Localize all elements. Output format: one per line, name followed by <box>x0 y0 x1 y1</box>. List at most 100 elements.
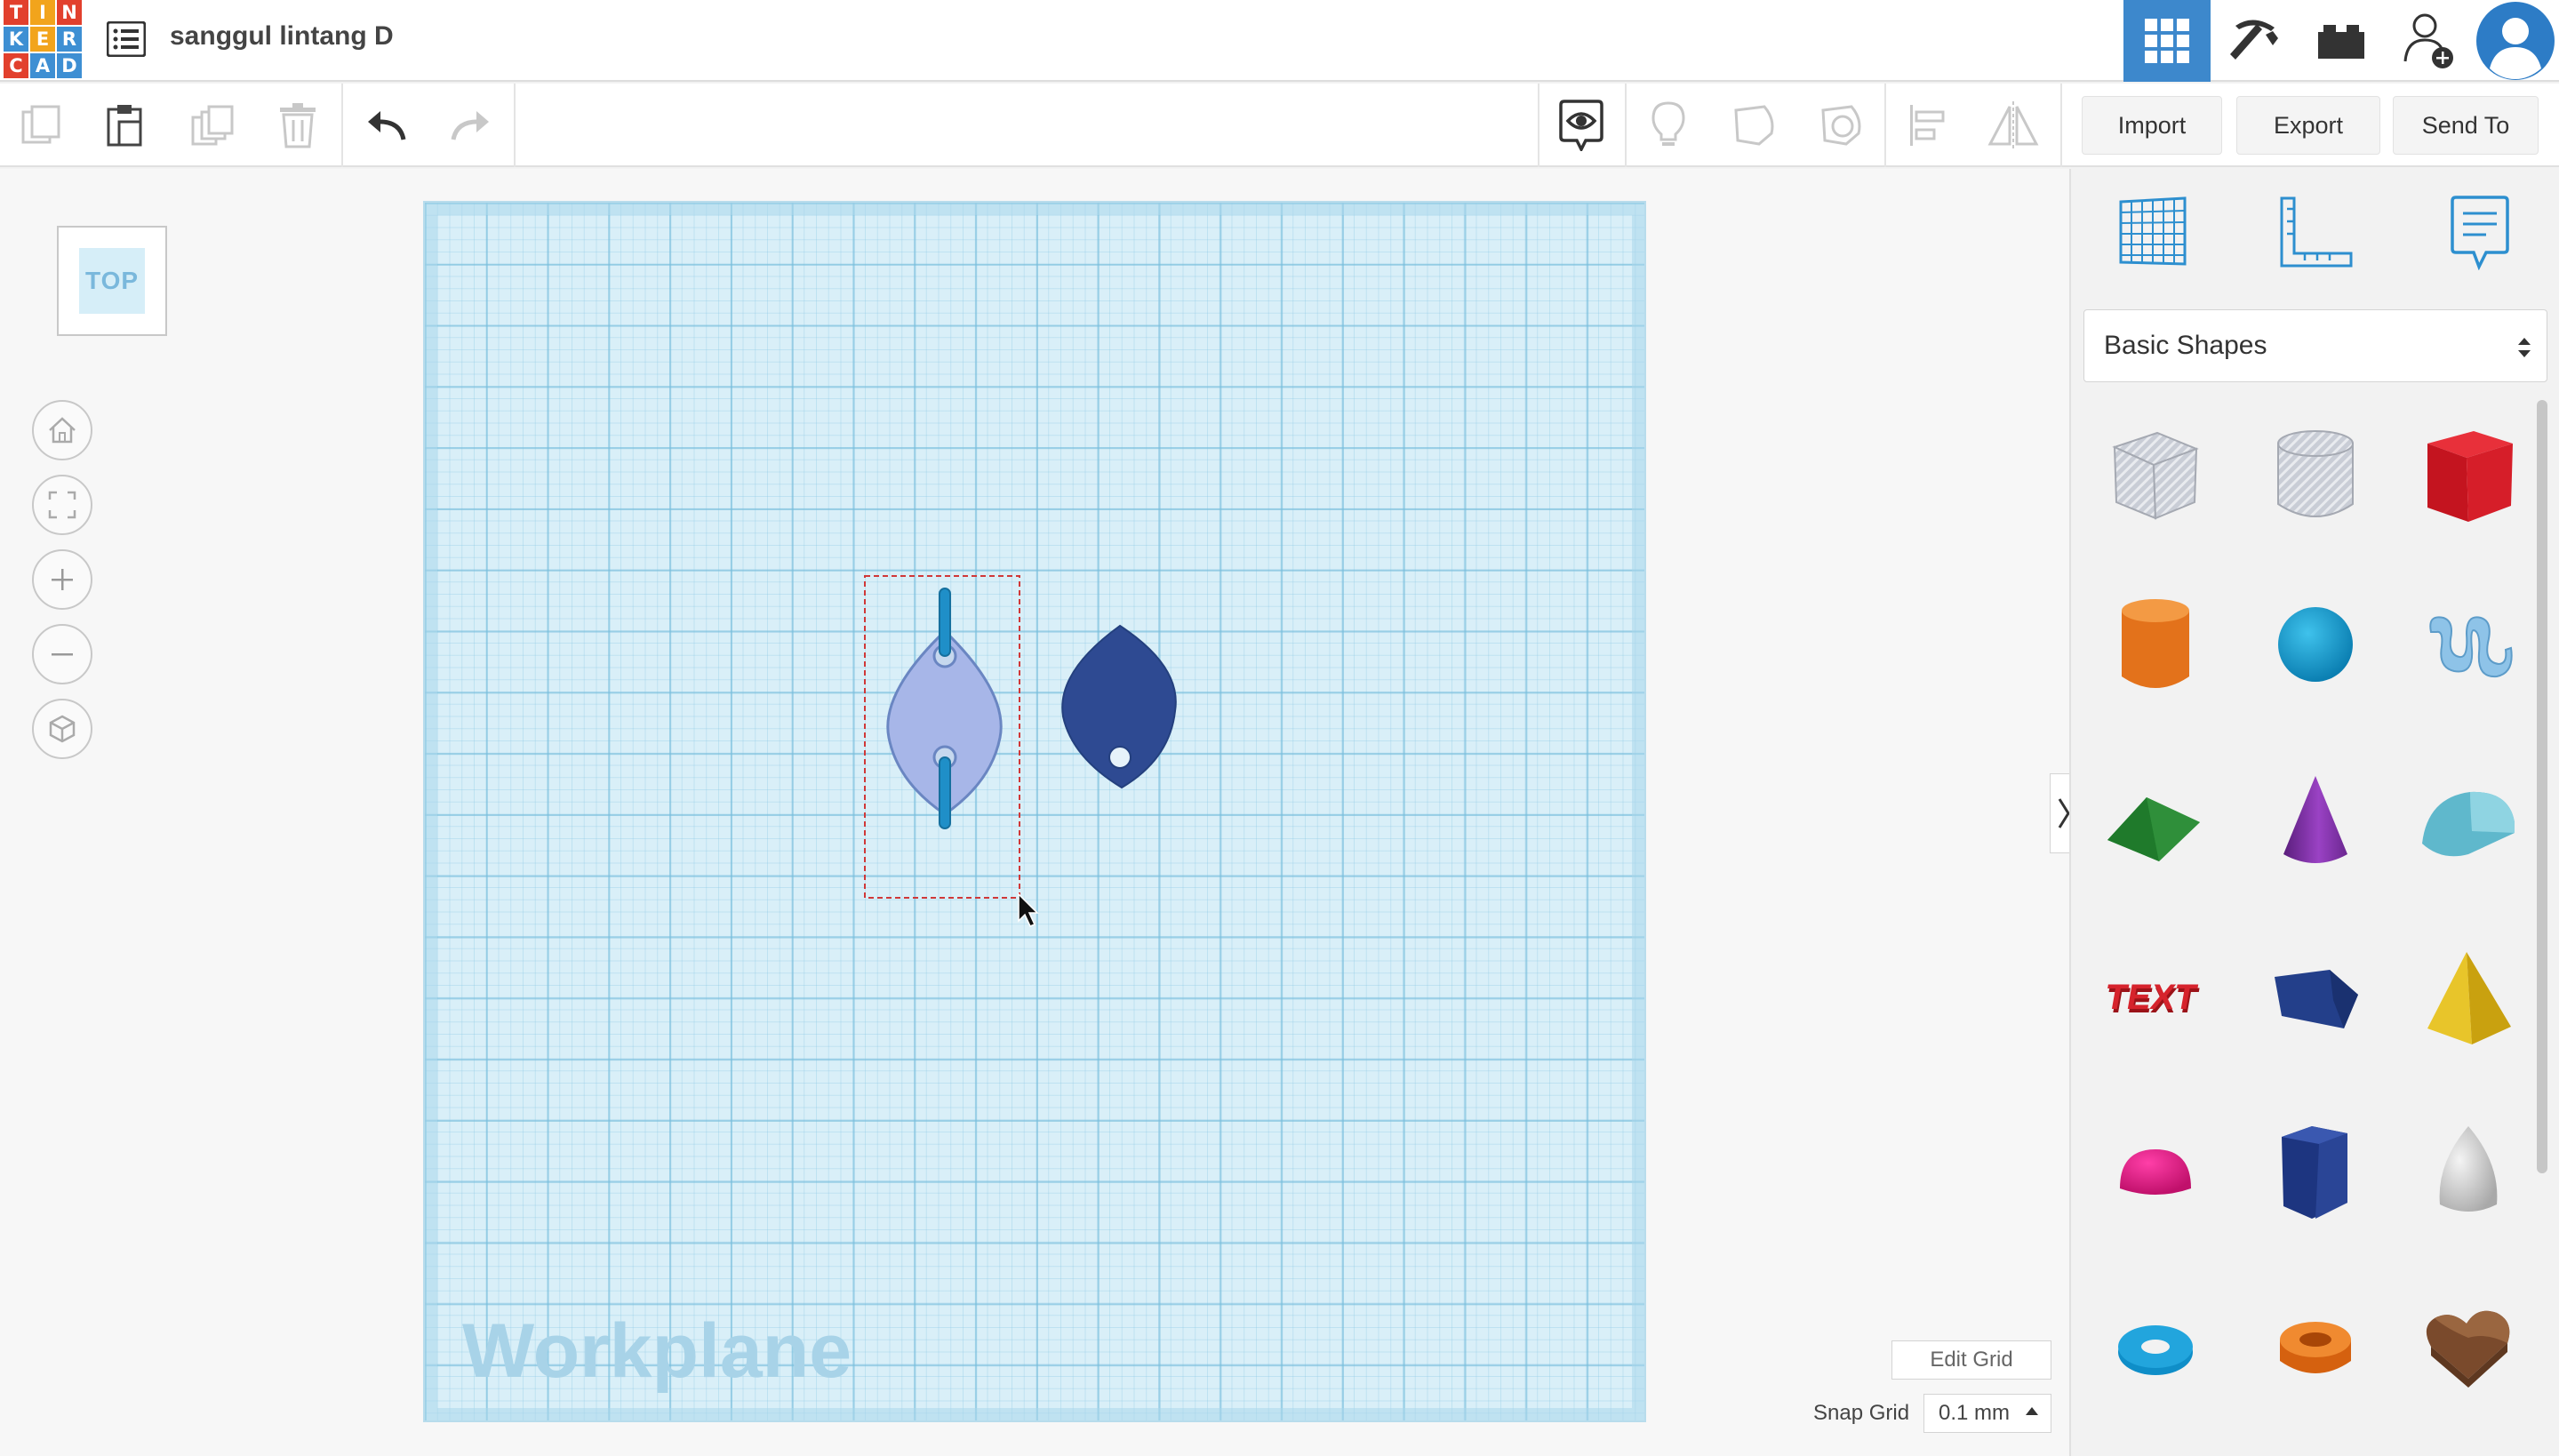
text-shape-icon: TEXT TEXT <box>2102 977 2202 1020</box>
round-roof-shape-icon <box>2422 791 2515 857</box>
send-to-button[interactable]: Send To <box>2393 96 2539 155</box>
notes-icon <box>2451 196 2509 270</box>
shape-tube[interactable] <box>2249 1280 2382 1413</box>
light-bulb-button[interactable] <box>1627 84 1710 167</box>
shape-paraboloid[interactable] <box>2402 1106 2535 1239</box>
import-button[interactable]: Import <box>2082 96 2222 155</box>
pickaxe-icon <box>2230 20 2278 60</box>
logo-letter: N <box>57 0 82 25</box>
shape-heart[interactable] <box>2402 1280 2535 1413</box>
notes-toggle-icon <box>1559 100 1603 151</box>
copy-icon <box>21 105 60 144</box>
logo-letter: R <box>57 27 82 52</box>
logo-letter: E <box>30 27 55 52</box>
shape-sphere[interactable] <box>2249 578 2382 711</box>
shape-cone[interactable] <box>2249 756 2382 889</box>
bricks-button[interactable] <box>2298 0 2385 82</box>
cylinder-hole-shape-icon <box>2277 430 2354 517</box>
torus-shape-icon <box>2118 1325 2193 1375</box>
shape-category-select[interactable]: Basic Shapes <box>2083 309 2547 382</box>
paste-icon <box>107 105 142 147</box>
logo-letter: C <box>4 53 28 78</box>
mirror-button[interactable] <box>1971 84 2055 167</box>
pyramid-shape-icon <box>2427 952 2511 1044</box>
light-bulb-icon <box>1651 101 1685 146</box>
toolbar: Import Export Send To <box>0 84 2559 167</box>
copy-button[interactable] <box>0 84 84 167</box>
toolbar-divider <box>341 84 343 167</box>
shapes-scrollbar[interactable] <box>2537 400 2547 1173</box>
logo-letter: T <box>4 0 28 25</box>
delete-button[interactable] <box>256 84 340 167</box>
hole-button[interactable] <box>1801 84 1884 167</box>
logo-letter: D <box>57 53 82 78</box>
cone-shape-icon <box>2283 776 2347 863</box>
add-user-icon <box>2403 13 2453 68</box>
dark-leaf-shape[interactable] <box>1061 624 1177 789</box>
redo-icon <box>451 111 489 140</box>
wedge-prism-shape-icon <box>2275 970 2358 1028</box>
snap-grid-value: 0.1 mm <box>1939 1401 2011 1425</box>
align-button[interactable] <box>1886 84 1970 167</box>
sphere-shape-icon <box>2278 607 2353 682</box>
grid-view-icon <box>2145 19 2189 63</box>
mouse-cursor <box>1018 892 1039 927</box>
box-hole-shape-icon <box>2112 431 2199 520</box>
shape-round-roof[interactable] <box>2402 756 2535 889</box>
paraboloid-shape-icon <box>2439 1126 2498 1212</box>
invite-user-button[interactable] <box>2385 0 2472 82</box>
shape-category-value: Basic Shapes <box>2104 331 2267 360</box>
align-icon <box>1910 105 1945 146</box>
shape-polygon[interactable] <box>2249 1106 2382 1239</box>
notes-toggle-button[interactable] <box>1539 84 1623 167</box>
notes-tab[interactable] <box>2427 183 2533 281</box>
shape-text[interactable]: TEXT TEXT <box>2089 933 2222 1067</box>
snap-grid-select[interactable]: 0.1 mm <box>1923 1394 2051 1433</box>
3d-design-button[interactable] <box>2123 0 2211 82</box>
shape-cylinder[interactable] <box>2089 578 2222 711</box>
blocks-button[interactable] <box>2211 0 2298 82</box>
half-sphere-shape-icon <box>2120 1149 2191 1195</box>
tinkercad-logo[interactable]: TIN KER CAD <box>4 0 82 78</box>
workplane-grid-icon <box>2119 196 2187 266</box>
shape-scribble[interactable] <box>2402 578 2535 711</box>
shape-torus[interactable] <box>2089 1280 2222 1413</box>
redo-button[interactable] <box>428 84 512 167</box>
toolbar-divider <box>514 84 516 167</box>
shape-pyramid[interactable] <box>2402 933 2535 1067</box>
shape-roof[interactable] <box>2089 756 2222 889</box>
ruler-tab[interactable] <box>2263 183 2370 281</box>
toolbar-divider <box>2060 84 2062 167</box>
logo-letter: K <box>4 27 28 52</box>
top-pin[interactable] <box>939 588 951 657</box>
top-right-nav <box>2123 0 2559 82</box>
scribble-shape-icon <box>2429 616 2513 678</box>
design-canvas[interactable]: TOP Workplane Edit Grid Snap Grid 0.1 mm <box>0 169 2076 1456</box>
duplicate-icon <box>191 105 234 146</box>
user-menu-button[interactable] <box>2472 0 2559 82</box>
roof-shape-icon <box>2107 797 2200 861</box>
workplane-tab[interactable] <box>2099 183 2206 281</box>
svg-text:TEXT: TEXT <box>2102 977 2200 1017</box>
solid-button[interactable] <box>1714 84 1797 167</box>
shape-box-hole[interactable] <box>2089 409 2222 542</box>
export-button[interactable]: Export <box>2236 96 2380 155</box>
delete-icon <box>280 103 316 148</box>
box-shape-icon <box>2427 431 2513 522</box>
top-bar: TIN KER CAD sanggul lintang D <box>0 0 2559 82</box>
shape-box[interactable] <box>2402 409 2535 542</box>
duplicate-button[interactable] <box>171 84 254 167</box>
shape-cylinder-hole[interactable] <box>2249 409 2382 542</box>
design-title[interactable]: sanggul lintang D <box>170 21 394 52</box>
logo-letter: A <box>30 53 55 78</box>
edit-grid-button[interactable]: Edit Grid <box>1891 1340 2051 1380</box>
cylinder-shape-icon <box>2122 599 2189 688</box>
bottom-pin[interactable] <box>939 756 951 829</box>
mirror-icon <box>1987 101 2039 149</box>
hole-icon <box>1821 105 1861 146</box>
paste-button[interactable] <box>84 84 167 167</box>
undo-button[interactable] <box>345 84 428 167</box>
shape-half-sphere[interactable] <box>2089 1106 2222 1239</box>
shape-wedge-prism[interactable] <box>2249 933 2382 1067</box>
design-list-button[interactable] <box>105 18 148 60</box>
